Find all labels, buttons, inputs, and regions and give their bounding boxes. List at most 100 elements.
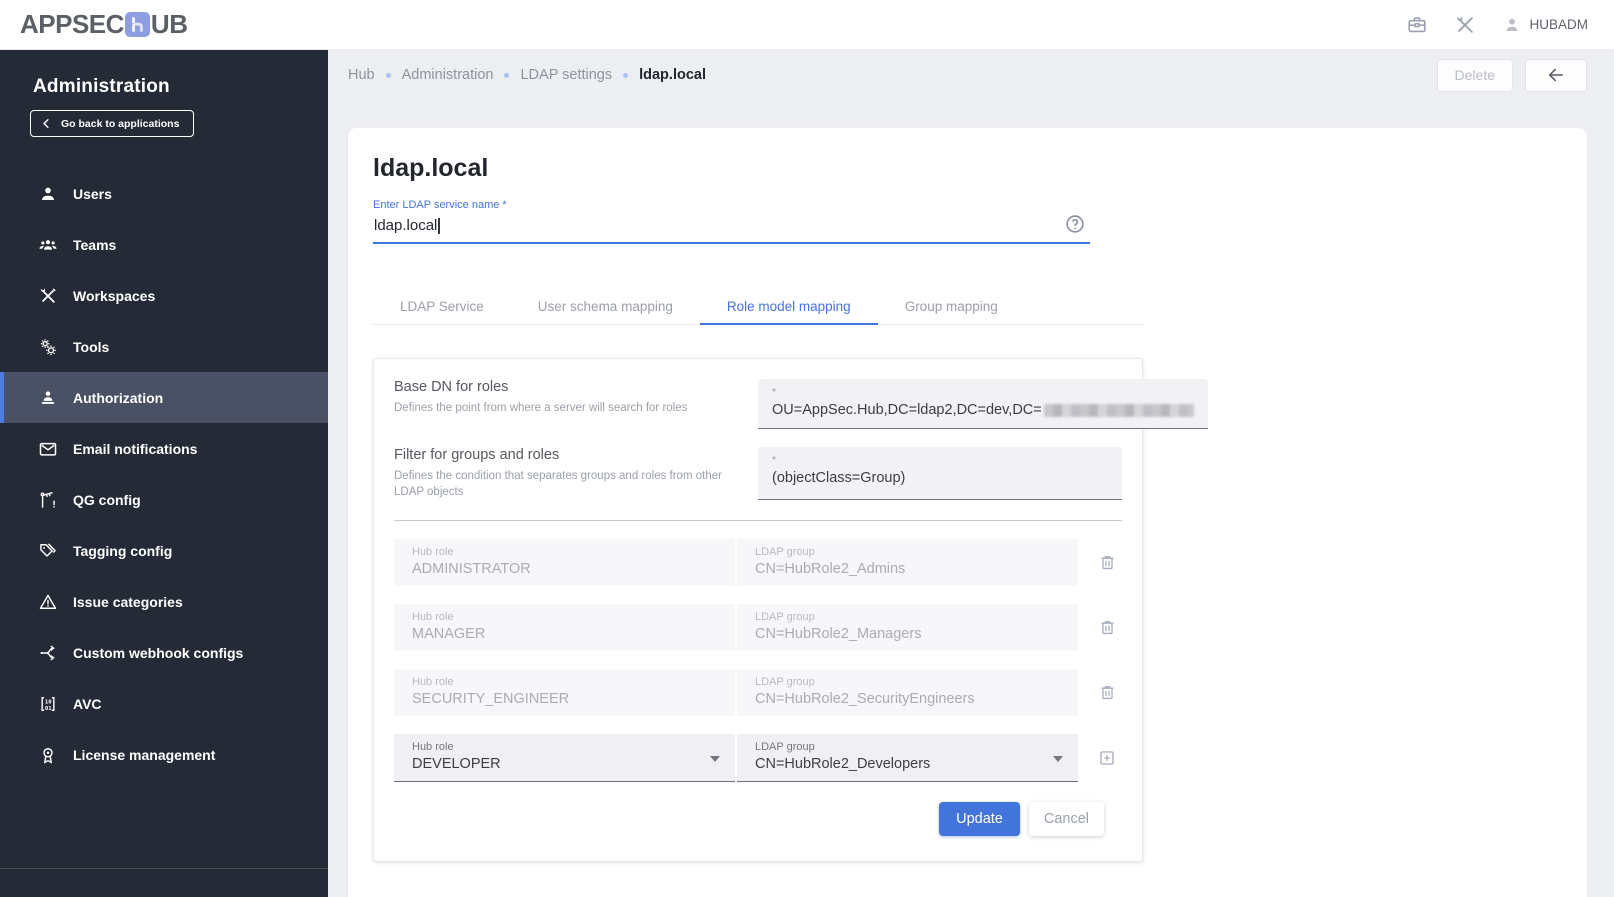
- sidebar-item-workspaces[interactable]: Workspaces: [0, 270, 328, 321]
- ldap-group-cell: LDAP group CN=HubRole2_Admins: [737, 539, 1078, 586]
- svg-text:01: 01: [45, 705, 52, 711]
- tab-role-model-mapping[interactable]: Role model mapping: [700, 290, 878, 325]
- update-button[interactable]: Update: [939, 802, 1020, 836]
- binary-brackets-icon: 10 01: [38, 694, 58, 714]
- chevron-left-icon: [40, 117, 53, 130]
- top-bar: APPSEC UB: [0, 0, 1614, 50]
- sidebar-item-authorization[interactable]: Authorization: [0, 372, 328, 423]
- sidebar-item-tools[interactable]: Tools: [0, 321, 328, 372]
- page-title: ldap.local: [373, 154, 1587, 183]
- add-mapping-button[interactable]: [1095, 746, 1119, 770]
- applications-briefcase-icon[interactable]: [1406, 14, 1428, 36]
- hub-role-cell: Hub role SECURITY_ENGINEER: [394, 669, 735, 716]
- logo-text-left: APPSEC: [20, 9, 124, 40]
- redacted-value: [1044, 404, 1194, 417]
- base-dn-row: Base DN for roles Defines the point from…: [394, 379, 1122, 429]
- hub-role-cell: Hub role ADMINISTRATOR: [394, 539, 735, 586]
- breadcrumb-bar: Hub Administration LDAP settings ldap.lo…: [348, 50, 1587, 100]
- main-area: Hub Administration LDAP settings ldap.lo…: [328, 50, 1614, 897]
- tab-group-mapping[interactable]: Group mapping: [878, 290, 1025, 325]
- sidebar-item-qg-config[interactable]: QG config: [0, 474, 328, 525]
- back-button[interactable]: [1525, 59, 1587, 92]
- warning-triangle-icon: [38, 592, 58, 612]
- header-actions: Delete: [1437, 59, 1587, 92]
- sidebar-item-users[interactable]: Users: [0, 168, 328, 219]
- sidebar-item-email-notifications[interactable]: Email notifications: [0, 423, 328, 474]
- sidebar-title: Administration: [0, 50, 328, 98]
- workspaces-icon: [38, 286, 58, 306]
- service-name-input[interactable]: ldap.local: [373, 211, 1090, 244]
- breadcrumb-hub[interactable]: Hub: [348, 67, 375, 83]
- trash-icon: [1098, 553, 1117, 572]
- authorization-icon: [38, 388, 58, 408]
- trash-icon: [1098, 618, 1117, 637]
- sidebar-item-license-management[interactable]: License management: [0, 729, 328, 780]
- required-marker: *: [772, 455, 1108, 466]
- ldap-group-select[interactable]: LDAP group CN=HubRole2_Developers: [737, 734, 1078, 782]
- filter-input[interactable]: * (objectClass=Group): [758, 447, 1122, 500]
- sidebar-item-custom-webhook-configs[interactable]: Custom webhook configs: [0, 627, 328, 678]
- hub-role-select[interactable]: Hub role DEVELOPER: [394, 734, 735, 782]
- mapping-row-manager: Hub role MANAGER LDAP group CN=HubRole2_…: [394, 604, 1122, 651]
- svg-text:10: 10: [45, 699, 52, 705]
- delete-mapping-button[interactable]: [1095, 616, 1119, 640]
- user-avatar-icon: [1502, 15, 1522, 35]
- delete-mapping-button[interactable]: [1095, 551, 1119, 575]
- appsechub-logo[interactable]: APPSEC UB: [20, 9, 187, 40]
- breadcrumb-administration[interactable]: Administration: [402, 67, 494, 83]
- filter-title: Filter for groups and roles: [394, 447, 736, 463]
- user-menu[interactable]: HUBADM: [1502, 15, 1588, 35]
- filter-row: Filter for groups and roles Defines the …: [394, 447, 1122, 500]
- base-dn-title: Base DN for roles: [394, 379, 736, 395]
- tags-icon: [38, 541, 58, 561]
- go-back-to-applications-button[interactable]: Go back to applications: [30, 110, 194, 137]
- hub-role-cell: Hub role MANAGER: [394, 604, 735, 651]
- breadcrumb-dot: [386, 73, 391, 78]
- base-dn-input[interactable]: * OU=AppSec.Hub,DC=ldap2,DC=dev,DC=: [758, 379, 1208, 429]
- sidebar-divider: [0, 868, 328, 869]
- admin-sidebar: Administration Go back to applications U…: [0, 50, 328, 897]
- tools-gears-icon: [38, 337, 58, 357]
- base-dn-description: Defines the point from where a server wi…: [394, 400, 724, 416]
- cancel-button[interactable]: Cancel: [1029, 802, 1104, 836]
- teams-icon: [38, 235, 58, 255]
- arrow-left-icon: [1546, 65, 1566, 85]
- tab-user-schema-mapping[interactable]: User schema mapping: [511, 290, 700, 325]
- admin-tools-icon[interactable]: [1454, 14, 1476, 36]
- tab-bar: LDAP Service User schema mapping Role mo…: [373, 290, 1143, 325]
- dropdown-caret-icon: [710, 756, 720, 767]
- email-icon: [38, 439, 58, 459]
- sidebar-item-issue-categories[interactable]: Issue categories: [0, 576, 328, 627]
- breadcrumb-ldap-settings[interactable]: LDAP settings: [520, 67, 612, 83]
- ldap-group-cell: LDAP group CN=HubRole2_Managers: [737, 604, 1078, 651]
- mapping-row-administrator: Hub role ADMINISTRATOR LDAP group CN=Hub…: [394, 539, 1122, 586]
- help-icon[interactable]: [1064, 213, 1086, 235]
- mapping-row-developer: Hub role DEVELOPER LDAP group CN=HubRole…: [394, 734, 1122, 782]
- breadcrumb-dot: [504, 73, 509, 78]
- tab-ldap-service[interactable]: LDAP Service: [373, 290, 511, 325]
- sidebar-nav: Users Teams Workspaces: [0, 168, 328, 780]
- sidebar-item-tagging-config[interactable]: Tagging config: [0, 525, 328, 576]
- delete-button[interactable]: Delete: [1437, 59, 1513, 92]
- ldap-service-name-field: Enter LDAP service name * ldap.local: [373, 199, 1090, 244]
- users-icon: [38, 184, 58, 204]
- service-name-label: Enter LDAP service name *: [373, 199, 1090, 211]
- filter-description: Defines the condition that separates gro…: [394, 468, 724, 500]
- license-medal-icon: [38, 745, 58, 765]
- dropdown-caret-icon: [1053, 756, 1063, 767]
- sidebar-item-teams[interactable]: Teams: [0, 219, 328, 270]
- user-name: HUBADM: [1529, 17, 1588, 32]
- plus-square-icon: [1097, 748, 1117, 768]
- webhook-icon: [38, 643, 58, 663]
- breadcrumb-current: ldap.local: [639, 67, 706, 83]
- logo-h-icon: [125, 12, 150, 37]
- required-marker: *: [772, 387, 1194, 398]
- logo-text-right: UB: [151, 9, 188, 40]
- section-divider: [394, 520, 1122, 521]
- form-actions: Update Cancel: [394, 802, 1122, 836]
- sidebar-item-avc[interactable]: 10 01 AVC: [0, 678, 328, 729]
- text-cursor: [438, 218, 440, 234]
- breadcrumb-dot: [623, 73, 628, 78]
- ldap-group-cell: LDAP group CN=HubRole2_SecurityEngineers: [737, 669, 1078, 716]
- delete-mapping-button[interactable]: [1095, 681, 1119, 705]
